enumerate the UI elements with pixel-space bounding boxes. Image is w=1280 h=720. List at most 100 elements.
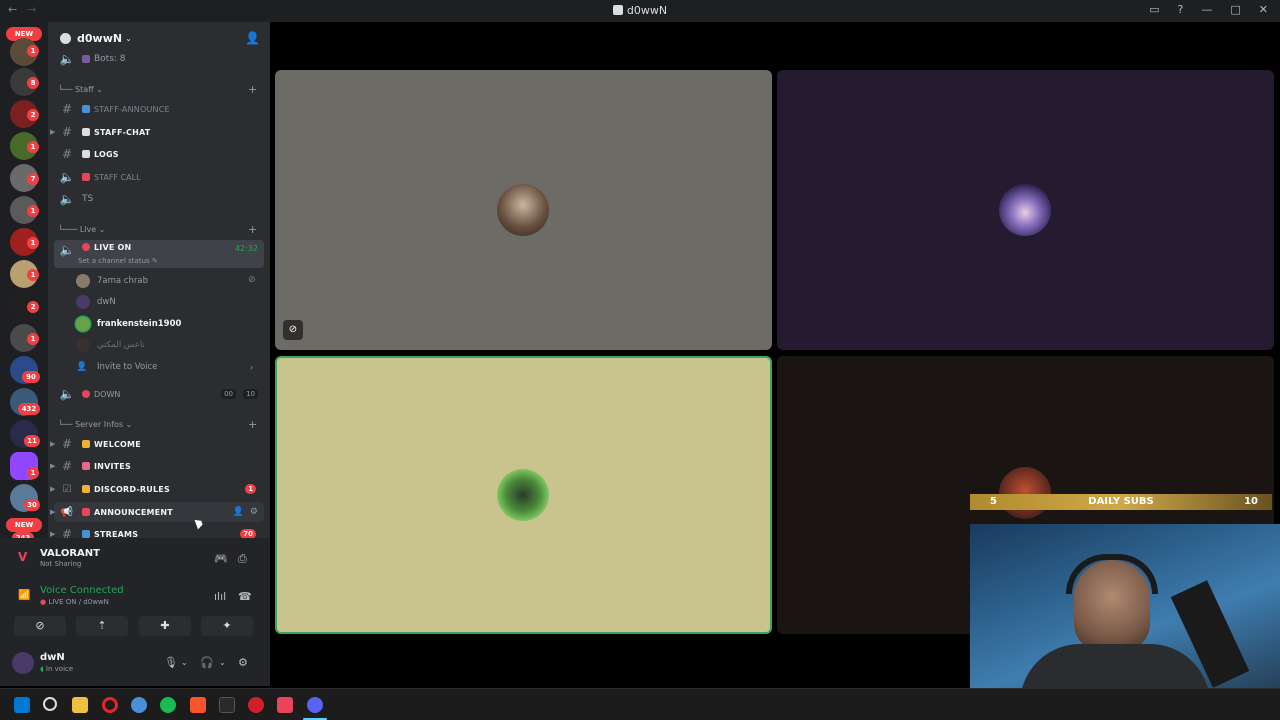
- mention-badge: 1: [245, 484, 256, 494]
- channel-status-link[interactable]: Set a channel status ✎: [78, 257, 158, 265]
- participant-avatar: [999, 184, 1051, 236]
- disconnect-icon[interactable]: ☎: [238, 590, 252, 603]
- gear-icon[interactable]: ⚙: [250, 507, 258, 517]
- server-icon: [612, 5, 623, 15]
- app-icon[interactable]: [248, 697, 264, 713]
- opera-gx-icon[interactable]: [102, 697, 118, 713]
- pin-icon: [82, 243, 90, 251]
- unread-badge: 1: [27, 333, 39, 345]
- unread-badge: 1: [27, 141, 39, 153]
- screen-share-button[interactable]: ⇡: [76, 616, 128, 636]
- avatar: [76, 338, 90, 352]
- channel-staff-announce[interactable]: # STAFF-ANNOUNCE: [54, 99, 264, 119]
- channel-announcement[interactable]: ▶ 📢 ANNOUNCEMENT 👤 ⚙: [50, 502, 264, 522]
- book-icon: [82, 485, 90, 493]
- voice-channel-down[interactable]: 🔈 DOWN 00 10: [54, 384, 264, 404]
- daily-subs-bar: 5 DAILY SUBS 10: [970, 494, 1272, 510]
- microphone-icon[interactable]: 🎙: [164, 656, 178, 669]
- unread-badge: 432: [18, 403, 40, 415]
- file-explorer-icon[interactable]: [72, 697, 88, 713]
- discord-icon[interactable]: [307, 697, 323, 713]
- unread-badge: 1: [27, 237, 39, 249]
- windows-start-icon[interactable]: [14, 697, 30, 713]
- voice-channel-bots[interactable]: 🔈 Bots: 8: [54, 49, 264, 69]
- username[interactable]: dwN: [40, 652, 65, 663]
- minimize-button[interactable]: —: [1201, 3, 1212, 16]
- speaker-icon: 🔈: [59, 52, 75, 66]
- voice-member[interactable]: 7ama chrab: [76, 271, 148, 291]
- signal-icon: 📶: [18, 590, 31, 601]
- channel-streams[interactable]: ▶ # STREAMS 70: [50, 524, 264, 538]
- brave-icon[interactable]: [190, 697, 206, 713]
- user-count: 00: [221, 389, 236, 399]
- add-channel-icon[interactable]: +: [248, 83, 257, 96]
- invite-to-voice[interactable]: 👤 Invite to Voice ›: [76, 357, 253, 377]
- spotify-icon[interactable]: [160, 697, 176, 713]
- muted-mic-icon: ⊘: [283, 320, 303, 340]
- speaker-icon: 🔈: [59, 192, 75, 206]
- participant-avatar: [497, 184, 549, 236]
- subs-label: DAILY SUBS: [1088, 496, 1154, 507]
- channel-staff-chat[interactable]: ▶ # STAFF-CHAT: [50, 122, 264, 142]
- maximize-button[interactable]: □: [1230, 3, 1240, 16]
- channel-welcome[interactable]: ▶ # WELCOME: [50, 434, 264, 454]
- voice-member[interactable]: ناعس المكتي: [76, 335, 145, 355]
- close-button[interactable]: ✕: [1259, 3, 1268, 16]
- hashtag-icon: #: [61, 125, 73, 139]
- video-tile-speaking[interactable]: [275, 356, 772, 634]
- document-icon: [82, 128, 90, 136]
- voice-member-speaking[interactable]: frankenstein1900: [76, 314, 181, 334]
- voice-channel-live-on[interactable]: 🔈 LIVE ON 42:32 Set a channel status ✎: [54, 240, 264, 268]
- soundboard-icon[interactable]: ılıl: [214, 590, 226, 603]
- inbox-icon[interactable]: ▭: [1149, 3, 1159, 16]
- settings-gear-icon[interactable]: ⚙: [238, 656, 248, 669]
- app-icon[interactable]: [131, 697, 147, 713]
- controller-icon[interactable]: 🎮: [214, 552, 228, 565]
- channel-discord-rules[interactable]: ▶ ☑ DISCORD-RULES 1: [50, 479, 264, 499]
- subs-goal: 10: [1244, 496, 1258, 507]
- add-channel-icon[interactable]: +: [248, 418, 257, 431]
- activities-button[interactable]: ✚: [139, 616, 191, 636]
- unread-badge: 90: [22, 371, 40, 383]
- taskbar: [0, 688, 1280, 720]
- help-icon[interactable]: ?: [1178, 3, 1184, 16]
- voice-channel-staff-call[interactable]: 🔈 STAFF CALL: [54, 167, 264, 187]
- caret-right-icon: ▶: [50, 128, 56, 136]
- voice-status[interactable]: Voice Connected: [40, 585, 124, 596]
- valorant-icon[interactable]: [277, 697, 293, 713]
- unread-badge: 1: [27, 467, 39, 479]
- wave-icon: [82, 440, 90, 448]
- voice-channel-ts[interactable]: 🔈 TS: [54, 189, 264, 209]
- user-avatar[interactable]: [12, 652, 34, 674]
- search-icon[interactable]: [43, 697, 57, 711]
- channel-invites[interactable]: ▶ # INVITES: [50, 456, 264, 476]
- server-settings-icon: [60, 32, 71, 44]
- chevron-down-icon[interactable]: ⌄: [181, 658, 188, 667]
- chevron-down-icon[interactable]: ⌄: [219, 658, 226, 667]
- video-off-button[interactable]: ⊘: [14, 616, 66, 636]
- unread-badge: 2: [27, 109, 39, 121]
- category-staff[interactable]: └── Staff ⌄ +: [58, 83, 257, 96]
- share-screen-icon[interactable]: ⎙: [238, 552, 247, 566]
- voice-member[interactable]: dwN: [76, 292, 116, 312]
- unread-badge: 30: [24, 499, 40, 511]
- category-server-infos[interactable]: └── Server Infos ⌄ +: [58, 418, 257, 431]
- app-icon[interactable]: [219, 697, 235, 713]
- megaphone-icon: [82, 105, 90, 113]
- unread-badge: 11: [24, 435, 40, 447]
- caret-right-icon: ▶: [50, 530, 56, 538]
- soundboard-button[interactable]: ✦: [201, 616, 253, 636]
- voice-location[interactable]: ● LIVE ON / d0wwN: [40, 598, 109, 606]
- headphones-icon[interactable]: 🎧: [200, 656, 214, 669]
- title-bar: ← → d0wwN ▭ ? — □ ✕: [0, 0, 1280, 22]
- video-tile[interactable]: [777, 70, 1274, 350]
- add-member-icon[interactable]: 👤: [245, 31, 260, 45]
- caret-right-icon: ▶: [50, 508, 56, 516]
- bot-emoji-icon: [82, 55, 90, 63]
- category-live[interactable]: └─── Llve ⌄ +: [58, 223, 257, 236]
- video-tile[interactable]: ⊘: [275, 70, 772, 350]
- add-channel-icon[interactable]: +: [248, 223, 257, 236]
- channel-logs[interactable]: # LOGS: [54, 144, 264, 164]
- screen-share-icon: ⇡: [97, 619, 107, 632]
- invite-icon[interactable]: 👤: [233, 507, 244, 517]
